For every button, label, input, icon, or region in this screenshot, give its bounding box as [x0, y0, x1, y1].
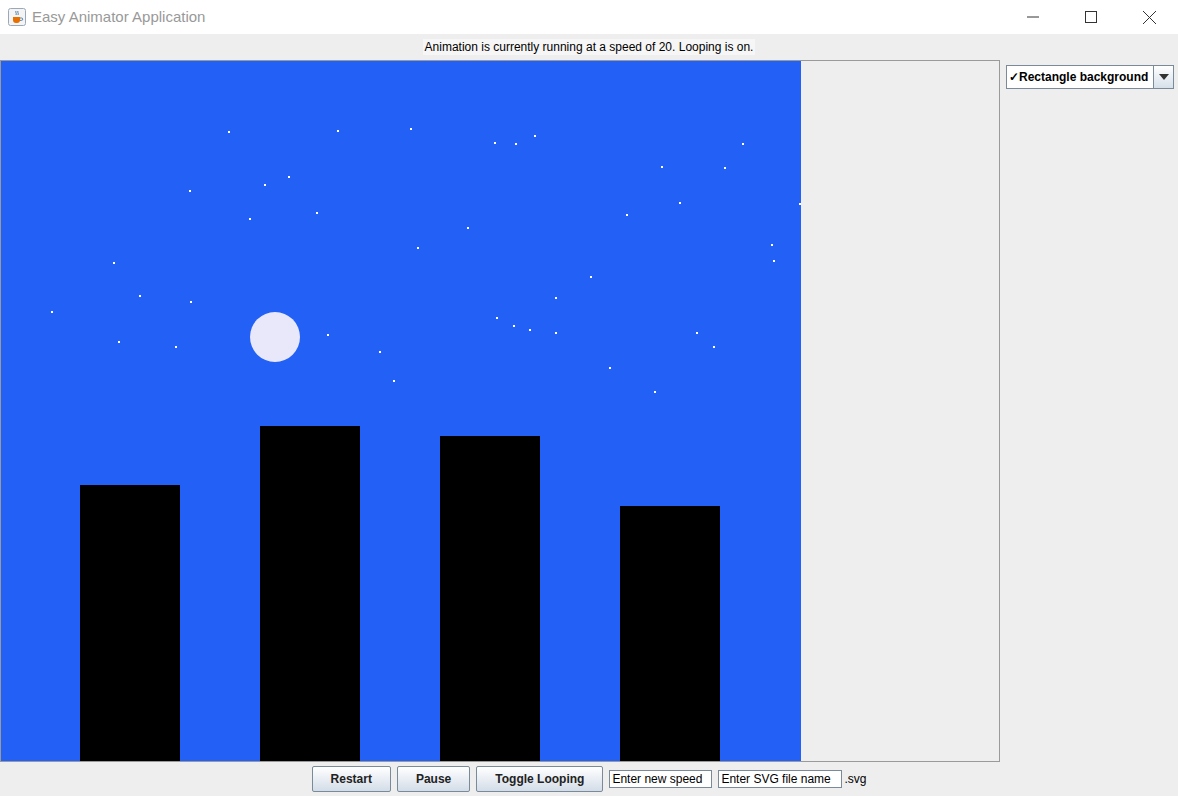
building-shape: [620, 506, 720, 761]
java-icon: [8, 8, 26, 26]
restart-button[interactable]: Restart: [312, 766, 391, 792]
building-shape: [440, 436, 540, 761]
star-shape: [393, 380, 395, 382]
dropdown-arrow-icon: [1159, 74, 1169, 80]
star-shape: [190, 301, 192, 303]
star-shape: [654, 391, 656, 393]
star-shape: [724, 167, 726, 169]
star-shape: [696, 332, 698, 334]
star-shape: [228, 131, 230, 133]
star-shape: [494, 142, 496, 144]
star-shape: [113, 262, 115, 264]
star-shape: [590, 276, 592, 278]
moon-shape: [250, 312, 300, 362]
maximize-button[interactable]: [1062, 0, 1120, 34]
star-shape: [679, 202, 681, 204]
star-shape: [609, 367, 611, 369]
star-shape: [713, 346, 715, 348]
star-shape: [327, 334, 329, 336]
pause-button[interactable]: Pause: [397, 766, 470, 792]
star-shape: [513, 325, 515, 327]
star-shape: [249, 218, 251, 220]
star-shape: [189, 190, 191, 192]
speed-field[interactable]: [609, 770, 712, 788]
minimize-icon: [1027, 11, 1039, 23]
star-shape: [175, 346, 177, 348]
toggle-looping-button[interactable]: Toggle Looping: [476, 766, 603, 792]
star-shape: [555, 297, 557, 299]
star-shape: [51, 311, 53, 313]
star-shape: [379, 351, 381, 353]
star-shape: [534, 135, 536, 137]
star-shape: [496, 317, 498, 319]
dropdown-value: ✓Rectangle background: [1007, 66, 1153, 88]
star-shape: [410, 128, 412, 130]
background-dropdown[interactable]: ✓Rectangle background: [1006, 65, 1174, 89]
star-shape: [555, 332, 557, 334]
star-shape: [337, 130, 339, 132]
star-shape: [771, 244, 773, 246]
star-shape: [529, 329, 531, 331]
canvas-panel: [0, 60, 1000, 762]
star-shape: [515, 143, 517, 145]
svg-suffix-label: .svg: [844, 770, 866, 788]
building-shape: [80, 485, 180, 761]
star-shape: [661, 166, 663, 168]
star-shape: [264, 184, 266, 186]
star-shape: [799, 203, 801, 205]
svg-file-field[interactable]: [718, 770, 842, 788]
close-button[interactable]: [1120, 0, 1178, 34]
close-icon: [1143, 11, 1156, 24]
star-shape: [626, 214, 628, 216]
star-shape: [316, 212, 318, 214]
star-shape: [417, 247, 419, 249]
title-bar: Easy Animator Application: [0, 0, 1178, 34]
star-shape: [467, 227, 469, 229]
star-shape: [118, 341, 120, 343]
star-shape: [288, 176, 290, 178]
star-shape: [742, 143, 744, 145]
star-shape: [773, 260, 775, 262]
maximize-icon: [1085, 11, 1097, 23]
status-label: Animation is currently running at a spee…: [423, 39, 756, 55]
animation-canvas: [1, 61, 801, 761]
star-shape: [139, 295, 141, 297]
building-shape: [260, 426, 360, 761]
window-title: Easy Animator Application: [32, 6, 205, 29]
minimize-button[interactable]: [1004, 0, 1062, 34]
